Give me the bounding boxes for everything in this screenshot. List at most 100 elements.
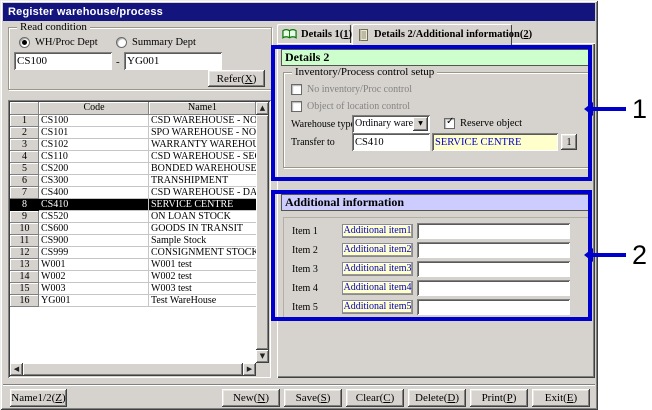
- exit-button[interactable]: Exit(E): [532, 389, 590, 407]
- vertical-scroll-thumb[interactable]: [256, 115, 269, 350]
- name1-cell: W003 test: [149, 283, 256, 295]
- callout-box-2: [271, 190, 592, 321]
- table-row[interactable]: 4CS110CSD WAREHOUSE - SECOND: [10, 151, 256, 163]
- code-cell: CS999: [39, 247, 149, 259]
- radio-button-icon[interactable]: [116, 37, 127, 48]
- horizontal-scroll-thumb[interactable]: [23, 363, 243, 376]
- vertical-scrollbar[interactable]: ▲ ▼: [256, 102, 269, 363]
- notepad-icon: [357, 28, 370, 42]
- table-row[interactable]: 14W002W002 test: [10, 271, 256, 283]
- row-number-cell: 10: [10, 223, 39, 235]
- code-cell: CS100: [39, 115, 149, 127]
- row-number-cell: 3: [10, 139, 39, 151]
- scroll-right-icon[interactable]: ▶: [243, 363, 256, 376]
- scroll-up-icon[interactable]: ▲: [256, 102, 269, 115]
- table-row[interactable]: 5CS200BONDED WAREHOUSE: [10, 163, 256, 175]
- row-number-cell: 13: [10, 259, 39, 271]
- scroll-left-icon[interactable]: ◀: [10, 363, 23, 376]
- table-row[interactable]: 8CS410SERVICE CENTRE: [10, 199, 256, 211]
- code-cell: CS520: [39, 211, 149, 223]
- radio-button-icon[interactable]: [19, 37, 30, 48]
- table-row[interactable]: 3CS102WARRANTY WAREHOUSE -: [10, 139, 256, 151]
- from-dept-input[interactable]: [14, 52, 112, 70]
- horizontal-scrollbar[interactable]: ◀ ▶: [10, 363, 256, 376]
- table-row[interactable]: 1CS100CSD WAREHOUSE - NORMAL: [10, 115, 256, 127]
- row-number-cell: 8: [10, 199, 39, 211]
- callout-arrow-1-icon: [584, 102, 593, 116]
- name1-cell: GOODS IN TRANSIT: [149, 223, 256, 235]
- table-row[interactable]: 16YG001Test WareHouse: [10, 295, 256, 307]
- row-number-cell: 12: [10, 247, 39, 259]
- row-number-cell: 9: [10, 211, 39, 223]
- callout-line-1: [592, 107, 626, 111]
- code-cell: W001: [39, 259, 149, 271]
- name12-button[interactable]: Name1/2(Z): [10, 389, 67, 407]
- scrollbar-corner: [256, 363, 269, 376]
- row-number-cell: 16: [10, 295, 39, 307]
- radio-summary-dept-label: Summary Dept: [132, 37, 196, 48]
- save-button[interactable]: Save(S): [284, 389, 342, 407]
- code-column-header[interactable]: Code: [39, 102, 149, 115]
- warehouse-table: Code Name1 1CS100CSD WAREHOUSE - NORMAL2…: [8, 100, 271, 378]
- delete-button[interactable]: Delete(D): [408, 389, 466, 407]
- name1-cell: CSD WAREHOUSE - DAMAGE: [149, 187, 256, 199]
- print-button[interactable]: Print(P): [470, 389, 528, 407]
- code-cell: CS410: [39, 199, 149, 211]
- name1-cell: ON LOAN STOCK: [149, 211, 256, 223]
- code-cell: CS600: [39, 223, 149, 235]
- name1-cell: BONDED WAREHOUSE: [149, 163, 256, 175]
- name1-column-header[interactable]: Name1: [149, 102, 256, 115]
- window-title: Register warehouse/process: [8, 6, 163, 18]
- name1-cell: Sample Stock: [149, 235, 256, 247]
- table-row[interactable]: 7CS400CSD WAREHOUSE - DAMAGE: [10, 187, 256, 199]
- code-cell: YG001: [39, 295, 149, 307]
- footer-separator: [3, 384, 595, 386]
- table-header-row: Code Name1: [10, 102, 256, 115]
- row-number-cell: 14: [10, 271, 39, 283]
- callout-line-2: [592, 253, 626, 257]
- name1-cell: W001 test: [149, 259, 256, 271]
- to-dept-input[interactable]: [124, 52, 222, 70]
- code-cell: CS102: [39, 139, 149, 151]
- table-row[interactable]: 9CS520ON LOAN STOCK: [10, 211, 256, 223]
- table-row[interactable]: 6CS300TRANSHIPMENT: [10, 175, 256, 187]
- table-row[interactable]: 11CS900Sample Stock: [10, 235, 256, 247]
- table-row[interactable]: 12CS999CONSIGNMENT STOCK TO: [10, 247, 256, 259]
- code-cell: W003: [39, 283, 149, 295]
- tab-details-1-label: Details 1(1): [301, 29, 352, 40]
- title-bar[interactable]: Register warehouse/process: [3, 3, 595, 21]
- code-cell: CS101: [39, 127, 149, 139]
- row-number-cell: 7: [10, 187, 39, 199]
- refer-button[interactable]: Refer(X): [208, 70, 265, 87]
- radio-wh-proc-dept-label: WH/Proc Dept: [35, 37, 98, 48]
- table-row[interactable]: 2CS101SPO WAREHOUSE - NORMAL: [10, 127, 256, 139]
- read-condition-legend: Read condition: [17, 21, 90, 34]
- name1-cell: TRANSHIPMENT: [149, 175, 256, 187]
- scroll-down-icon[interactable]: ▼: [256, 350, 269, 363]
- code-cell: CS200: [39, 163, 149, 175]
- row-number-cell: 1: [10, 115, 39, 127]
- radio-summary-dept[interactable]: Summary Dept: [116, 37, 196, 48]
- row-number-cell: 5: [10, 163, 39, 175]
- name1-cell: CONSIGNMENT STOCK TO: [149, 247, 256, 259]
- table-row[interactable]: 15W003W003 test: [10, 283, 256, 295]
- code-cell: CS300: [39, 175, 149, 187]
- table-row[interactable]: 13W001W001 test: [10, 259, 256, 271]
- footer-button-bar: New(N)Save(S)Clear(C)Delete(D)Print(P)Ex…: [222, 389, 590, 407]
- radio-wh-proc-dept[interactable]: WH/Proc Dept: [19, 37, 98, 48]
- tab-details-1[interactable]: Details 1(1): [277, 24, 351, 44]
- name1-cell: CSD WAREHOUSE - NORMAL: [149, 115, 256, 127]
- callout-arrow-2-icon: [584, 248, 593, 262]
- callout-label-1: 1: [632, 94, 647, 125]
- table-row[interactable]: 10CS600GOODS IN TRANSIT: [10, 223, 256, 235]
- table-body: 1CS100CSD WAREHOUSE - NORMAL2CS101SPO WA…: [10, 115, 256, 307]
- name1-cell: Test WareHouse: [149, 295, 256, 307]
- name1-cell: SERVICE CENTRE: [149, 199, 256, 211]
- tab-details-2-label: Details 2/Additional information(2): [374, 29, 532, 40]
- row-number-cell: 15: [10, 283, 39, 295]
- row-number-cell: 4: [10, 151, 39, 163]
- tab-details-2-additional[interactable]: Details 2/Additional information(2): [352, 24, 512, 45]
- clear-button[interactable]: Clear(C): [346, 389, 404, 407]
- name1-cell: SPO WAREHOUSE - NORMAL: [149, 127, 256, 139]
- new-button[interactable]: New(N): [222, 389, 280, 407]
